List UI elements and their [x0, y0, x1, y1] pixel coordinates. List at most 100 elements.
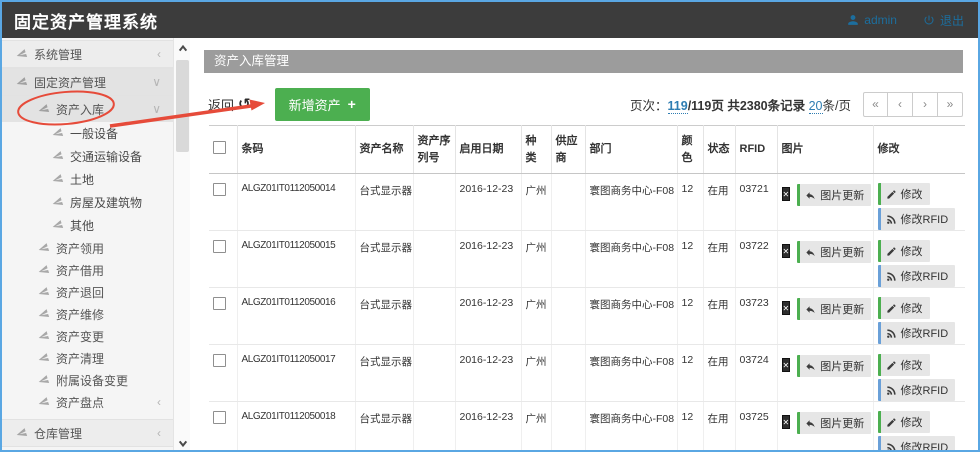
select-all-checkbox[interactable] — [213, 141, 226, 154]
serial-cell — [413, 288, 455, 345]
update-image-button[interactable]: 图片更新 — [797, 412, 871, 434]
pagination-buttons: « ‹ › » — [863, 92, 963, 117]
serial-cell — [413, 174, 455, 231]
paper-plane-icon — [16, 428, 27, 439]
scroll-down-button[interactable] — [174, 434, 191, 452]
page-size-link[interactable]: 20 — [809, 99, 823, 114]
row-checkbox[interactable] — [213, 297, 226, 310]
back-button[interactable]: 返回 ↺ — [208, 95, 251, 114]
sidebar-scrollbar[interactable] — [173, 38, 190, 452]
scroll-up-button[interactable] — [174, 40, 191, 58]
category-cell: 广州 — [521, 231, 551, 288]
modify-cell: 修改 修改RFID — [873, 231, 965, 288]
pagination-text: 页次：119/119页 共2380条记录 20条/页 — [630, 95, 851, 114]
barcode-cell: ALGZ01IT0112050015 — [237, 231, 355, 288]
sidebar-item-label: 其他 — [70, 217, 94, 234]
sidebar-item-land[interactable]: 土地 — [2, 168, 173, 191]
header-right: admin 退出 — [847, 12, 964, 29]
paper-plane-icon — [38, 375, 49, 386]
logout-button[interactable]: 退出 — [923, 12, 964, 29]
col-status: 状态 — [703, 126, 735, 174]
edit-rfid-button[interactable]: 修改RFID — [878, 265, 956, 287]
rfid-cell: 03722 — [735, 231, 777, 288]
edit-button[interactable]: 修改 — [878, 411, 930, 433]
update-image-button[interactable]: 图片更新 — [797, 298, 871, 320]
paper-plane-icon — [52, 197, 63, 208]
sidebar-item-label: 固定资产管理 — [34, 74, 106, 91]
undo-icon: ↺ — [238, 95, 251, 113]
asset-table-wrap: 条码 资产名称 资产序列号 启用日期 种类 供应商 部门 颜色 状态 RFID … — [209, 125, 963, 452]
update-image-button[interactable]: 图片更新 — [797, 355, 871, 377]
asset-name-cell: 台式显示器 — [355, 231, 413, 288]
sidebar-item-general-equipment[interactable]: 一般设备 — [2, 122, 173, 145]
table-header-row: 条码 资产名称 资产序列号 启用日期 种类 供应商 部门 颜色 状态 RFID … — [209, 126, 965, 174]
sidebar-item-asset-borrow[interactable]: 资产借用 — [2, 259, 173, 281]
chevron-down-icon — [178, 438, 188, 448]
sidebar-item-asset-cleanup[interactable]: 资产清理 — [2, 347, 173, 369]
category-cell: 广州 — [521, 174, 551, 231]
col-rfid: RFID — [735, 126, 777, 174]
barcode-cell: ALGZ01IT0112050014 — [237, 174, 355, 231]
edit-rfid-button[interactable]: 修改RFID — [878, 379, 956, 401]
start-date-cell: 2016-12-23 — [455, 402, 521, 452]
edit-button[interactable]: 修改 — [878, 297, 930, 319]
edit-button[interactable]: 修改 — [878, 183, 930, 205]
sidebar-item-asset-inbound[interactable]: 资产入库 ∨ — [2, 96, 173, 122]
prev-page-button[interactable]: ‹ — [888, 92, 913, 117]
edit-rfid-button[interactable]: 修改RFID — [878, 436, 956, 452]
image-cell: ✕ 图片更新 — [777, 345, 873, 402]
update-image-button[interactable]: 图片更新 — [797, 241, 871, 263]
row-checkbox[interactable] — [213, 240, 226, 253]
edit-icon — [886, 303, 897, 314]
scrollbar-thumb[interactable] — [176, 60, 189, 152]
sidebar-item-transport-equipment[interactable]: 交通运输设备 — [2, 145, 173, 168]
add-asset-button[interactable]: 新增资产 + — [275, 88, 370, 121]
broken-image-icon: ✕ — [782, 415, 791, 429]
row-checkbox[interactable] — [213, 183, 226, 196]
sidebar-item-other[interactable]: 其他 — [2, 214, 173, 237]
sidebar-item-houses-buildings[interactable]: 房屋及建筑物 — [2, 191, 173, 214]
sidebar-item-system-management[interactable]: 系统管理 ‹ — [2, 40, 173, 68]
paper-plane-icon — [52, 220, 63, 231]
sidebar-item-fixed-asset-management[interactable]: 固定资产管理 ∨ — [2, 68, 173, 96]
row-checkbox[interactable] — [213, 411, 226, 424]
edit-button[interactable]: 修改 — [878, 354, 930, 376]
sidebar-item-accessory-change[interactable]: 附属设备变更 — [2, 369, 173, 391]
add-asset-label: 新增资产 — [289, 95, 341, 114]
edit-rfid-button[interactable]: 修改RFID — [878, 208, 956, 230]
row-select-cell — [209, 345, 237, 402]
sidebar-item-label: 资产清理 — [56, 350, 104, 367]
sidebar-item-label: 土地 — [70, 171, 94, 188]
sidebar-item-warehouse-management[interactable]: 仓库管理 ‹ — [2, 419, 173, 447]
start-date-cell: 2016-12-23 — [455, 288, 521, 345]
edit-button[interactable]: 修改 — [878, 240, 930, 262]
color-cell: 12 — [677, 288, 703, 345]
update-image-button[interactable]: 图片更新 — [797, 184, 871, 206]
col-serial: 资产序列号 — [413, 126, 455, 174]
row-checkbox[interactable] — [213, 354, 226, 367]
current-page-link[interactable]: 119 — [668, 99, 688, 114]
sidebar-item-asset-repair[interactable]: 资产维修 — [2, 303, 173, 325]
edit-rfid-button[interactable]: 修改RFID — [878, 322, 956, 344]
pagination: 页次：119/119页 共2380条记录 20条/页 « ‹ › » — [630, 92, 963, 117]
sidebar-item-asset-return[interactable]: 资产退回 — [2, 281, 173, 303]
col-modify: 修改 — [873, 126, 965, 174]
rss-icon — [886, 328, 897, 339]
col-image: 图片 — [777, 126, 873, 174]
sidebar-item-asset-requisition[interactable]: 资产领用 — [2, 237, 173, 259]
status-cell: 在用 — [703, 174, 735, 231]
edit-icon — [886, 417, 897, 428]
last-page-button[interactable]: » — [938, 92, 963, 117]
sidebar-item-asset-inventory[interactable]: 资产盘点 ‹ — [2, 391, 173, 413]
supplier-cell — [551, 288, 585, 345]
asset-name-cell: 台式显示器 — [355, 402, 413, 452]
toolbar: 返回 ↺ 新增资产 + 页次：119/119页 共2380条记录 20条/页 «… — [204, 73, 963, 125]
user-menu[interactable]: admin — [847, 13, 897, 27]
first-page-button[interactable]: « — [863, 92, 888, 117]
next-page-button[interactable]: › — [913, 92, 938, 117]
barcode-cell: ALGZ01IT0112050016 — [237, 288, 355, 345]
row-select-cell — [209, 402, 237, 452]
chevron-icon: ∨ — [152, 75, 161, 89]
sidebar-item-asset-change[interactable]: 资产变更 — [2, 325, 173, 347]
modify-cell: 修改 修改RFID — [873, 345, 965, 402]
